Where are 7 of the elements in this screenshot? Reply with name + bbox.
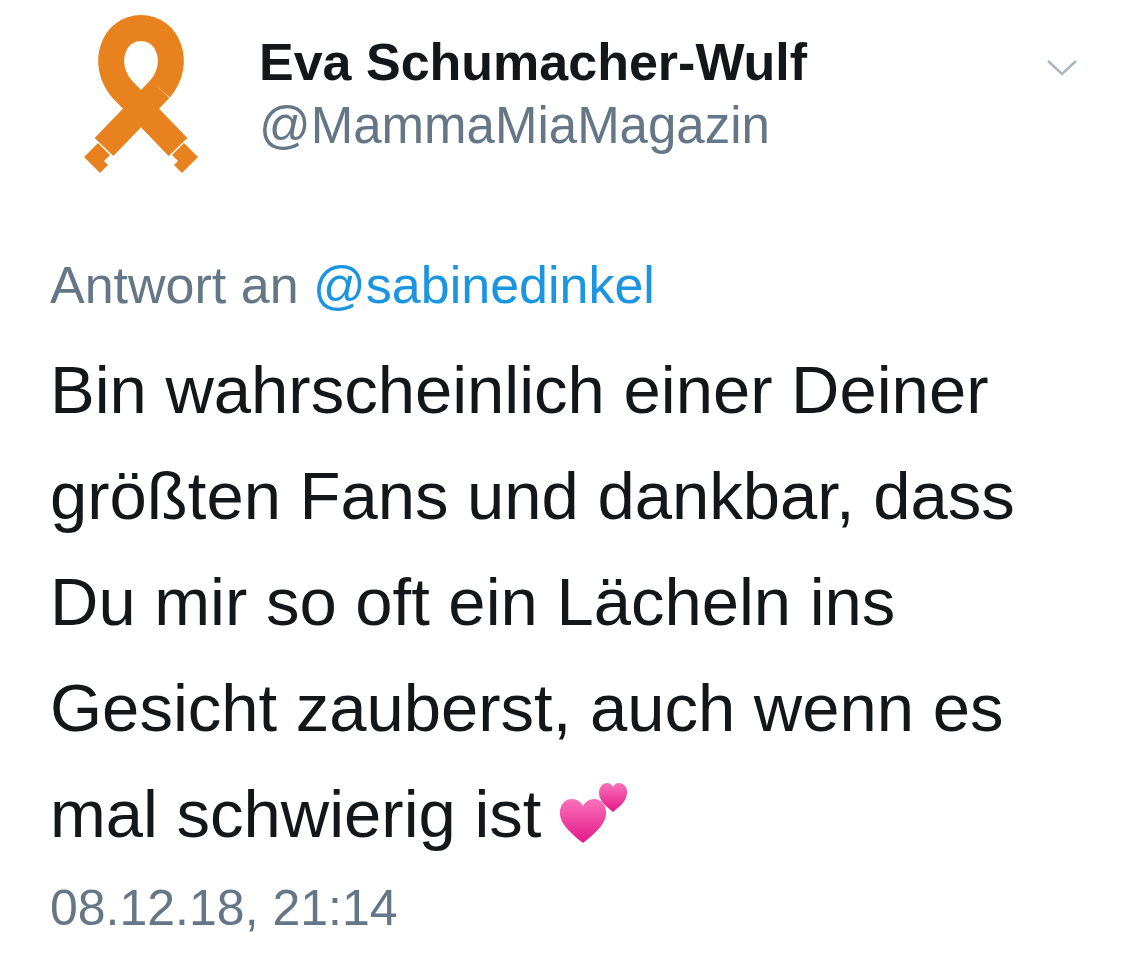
display-name[interactable]: Eva Schumacher-Wulf <box>259 31 808 93</box>
tweet-text: Bin wahrscheinlich einer Deiner größten Fans und dankbar, dass Du mir so oft ein Lächeln ins Gesicht zauberst, auch wenn es mal schwierig ist <box>50 351 1016 853</box>
mention-link[interactable]: @sabinedinkel <box>313 256 655 314</box>
user-handle[interactable]: @MammaMiaMagazin <box>259 95 808 157</box>
reply-context: Antwort an @sabinedinkel <box>50 255 656 315</box>
chevron-down-icon[interactable] <box>1046 59 1078 77</box>
timestamp: 08.12.18, 21:14 <box>50 879 399 938</box>
